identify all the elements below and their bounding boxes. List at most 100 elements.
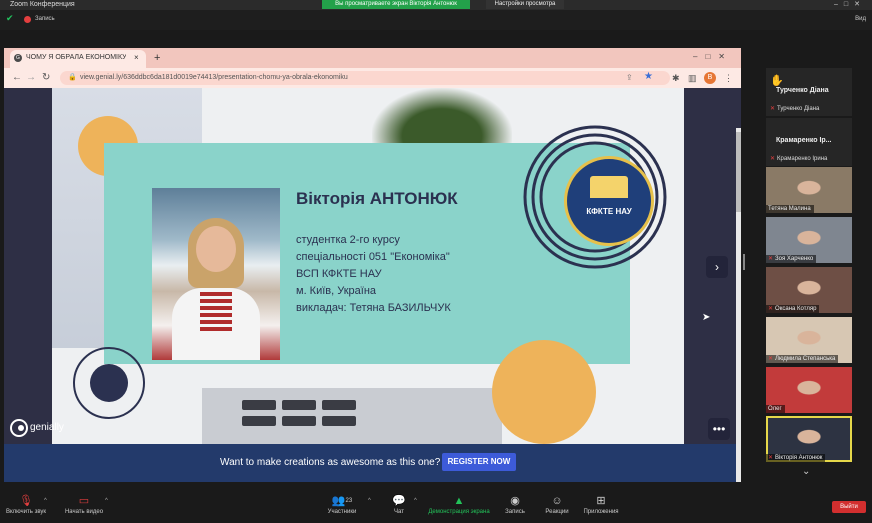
slide-text-line: студентка 2-го курсу: [296, 234, 400, 246]
participant-name: Крамаренко Ір...: [776, 137, 832, 144]
apps-button[interactable]: ⊞ Приложения: [580, 494, 622, 517]
participant-video[interactable]: ✕ Оксана Котляр: [766, 267, 852, 313]
participants-count: 23: [345, 498, 353, 504]
promo-text: Want to make creations as awesome as thi…: [220, 457, 441, 468]
reload-icon[interactable]: ↻: [42, 71, 50, 85]
start-video-label: Начать видео: [64, 509, 104, 515]
lock-icon[interactable]: 🔒: [68, 73, 77, 83]
shield-icon[interactable]: ✔: [6, 14, 14, 23]
share-screen-icon: ▲: [453, 495, 465, 507]
view-settings-button[interactable]: Настройки просмотра: [486, 0, 564, 9]
participant-video-label: ✕ Людмила Степанська: [766, 355, 839, 363]
participant-label-text: Турченко Діана: [777, 106, 820, 112]
page-scrollbar-thumb[interactable]: [736, 132, 741, 212]
slide-text-line: м. Київ, Україна: [296, 285, 377, 297]
share-screen-button[interactable]: ▲ Демонстрация экрана: [424, 494, 494, 517]
register-now-button[interactable]: REGISTER NOW: [442, 453, 516, 471]
share-page-icon[interactable]: ⇪: [626, 71, 633, 85]
mic-muted-icon: 🎙: [19, 495, 33, 507]
participant-mic-label: ✕ Турченко Діана: [770, 105, 819, 114]
logo-text: КФКТЕ НАУ: [586, 207, 632, 216]
participant-video-label: Тетяна Малина: [766, 205, 814, 213]
mic-muted-icon: ✕: [768, 306, 774, 312]
reactions-smiley-icon: ☺: [551, 495, 563, 507]
record-label: Запись: [505, 509, 525, 515]
new-tab-icon[interactable]: +: [154, 50, 160, 66]
video-off-icon: ▭: [78, 495, 90, 507]
back-arrow-icon[interactable]: ←: [12, 71, 22, 85]
meeting-status-bar: [0, 10, 872, 30]
participant-card[interactable]: Крамаренко Ір... ✕ Крамаренко Ірина: [766, 118, 852, 166]
chat-button[interactable]: 💬 Чат: [386, 494, 412, 517]
participants-button[interactable]: 👥23 Участники: [322, 494, 362, 517]
extensions-puzzle-icon[interactable]: ✱: [672, 71, 680, 85]
meeting-toolbar: 🎙 Включить звук ^ ▭ Начать видео ^ 👥23 У…: [0, 492, 872, 523]
more-options-icon[interactable]: •••: [708, 418, 730, 440]
genially-favicon-icon: G: [14, 54, 22, 62]
side-panel-icon[interactable]: ▥: [688, 71, 697, 85]
panel-splitter[interactable]: [743, 254, 745, 270]
participant-video-label: Олег: [766, 405, 785, 413]
view-button[interactable]: Вид: [855, 14, 866, 24]
scroll-down-chevron-icon[interactable]: ⌄: [802, 466, 810, 478]
genially-presentation: Вікторія АНТОНЮК студентка 2-го курсу сп…: [4, 88, 741, 482]
shared-browser-window: G ЧОМУ Я ОБРАЛА ЕКОНОМІКУ × + –□✕ ← → ↻ …: [4, 48, 741, 482]
next-slide-icon[interactable]: ›: [706, 256, 728, 278]
participant-label-text: Оксана Котляр: [775, 306, 817, 312]
apps-label: Приложения: [583, 509, 619, 515]
browser-tab-bar: G ЧОМУ Я ОБРАЛА ЕКОНОМІКУ × + –□✕: [4, 48, 741, 68]
slide-text-line: викладач: Тетяна БАЗИЛЬЧУК: [296, 302, 451, 314]
decor-ring-circle: [73, 347, 145, 419]
start-video-button[interactable]: ▭ Начать видео: [62, 494, 106, 517]
student-photo: [152, 188, 280, 360]
participants-icon: 👥23: [331, 495, 353, 507]
photo-embroidery: [200, 292, 232, 332]
participant-video[interactable]: ✕ Людмила Степанська: [766, 317, 852, 363]
photo-face: [196, 226, 236, 272]
window-controls[interactable]: –□✕: [834, 0, 866, 10]
student-name: Вікторія АНТОНЮК: [296, 189, 458, 208]
chat-options-caret-icon[interactable]: ^: [414, 498, 417, 504]
participant-video[interactable]: Тетяна Малина: [766, 167, 852, 213]
video-options-caret-icon[interactable]: ^: [105, 498, 108, 504]
reactions-button[interactable]: ☺ Реакции: [540, 494, 574, 517]
participant-card[interactable]: ✋ Турченко Діана ✕ Турченко Діана: [766, 68, 852, 116]
unmute-button[interactable]: 🎙 Включить звук: [4, 494, 48, 517]
browser-tab[interactable]: G ЧОМУ Я ОБРАЛА ЕКОНОМІКУ ×: [10, 50, 146, 68]
participant-video-label: ✕ Оксана Котляр: [766, 305, 820, 313]
mouse-cursor-icon: ➤: [702, 312, 711, 323]
screen-share-banner: Вы просматриваете экран Вікторія Антонюк: [322, 0, 470, 9]
participant-video-active-speaker[interactable]: ✕ Вікторія Антонюк: [766, 416, 852, 462]
participant-label-text: Тетяна Малина: [768, 206, 811, 212]
browser-window-controls[interactable]: –□✕: [693, 50, 733, 64]
participant-label-text: Олег: [768, 406, 782, 412]
mic-muted-icon: ✕: [768, 356, 774, 362]
audio-options-caret-icon[interactable]: ^: [44, 498, 47, 504]
participant-video[interactable]: ✕ Зоя Харченко: [766, 217, 852, 263]
url-text[interactable]: view.genial.ly/636ddbc6da181d0019e74413/…: [80, 71, 560, 85]
participant-label-text: Зоя Харченко: [775, 256, 814, 262]
leave-meeting-button[interactable]: Выйти: [832, 501, 866, 513]
forward-arrow-icon[interactable]: →: [26, 71, 36, 85]
browser-address-bar: ← → ↻ 🔒 view.genial.ly/636ddbc6da181d001…: [4, 68, 741, 88]
participant-video-label: ✕ Зоя Харченко: [766, 255, 817, 263]
mic-muted-icon: ✕: [768, 455, 774, 461]
participant-video-label: ✕ Вікторія Антонюк: [766, 454, 826, 462]
chat-label: Чат: [394, 509, 404, 515]
university-logo: [564, 156, 654, 246]
participants-panel: ✋ Турченко Діана ✕ Турченко Діана Крамаре…: [766, 62, 852, 486]
participants-options-caret-icon[interactable]: ^: [368, 498, 371, 504]
profile-avatar[interactable]: B: [704, 72, 716, 84]
share-screen-label: Демонстрация экрана: [428, 509, 490, 515]
close-tab-icon[interactable]: ×: [134, 52, 139, 64]
recording-label: Запись: [35, 16, 55, 22]
participant-label-text: Крамаренко Ірина: [777, 156, 828, 162]
reactions-label: Реакции: [545, 509, 569, 515]
bookmark-star-icon[interactable]: ★: [644, 70, 653, 84]
record-button[interactable]: ◉ Запись: [500, 494, 530, 517]
browser-menu-icon[interactable]: ⋮: [724, 71, 733, 85]
participant-label-text: Людмила Степанська: [775, 356, 836, 362]
background-plant-image: [372, 88, 512, 148]
chat-icon: 💬: [392, 495, 406, 507]
participant-video[interactable]: Олег: [766, 367, 852, 413]
